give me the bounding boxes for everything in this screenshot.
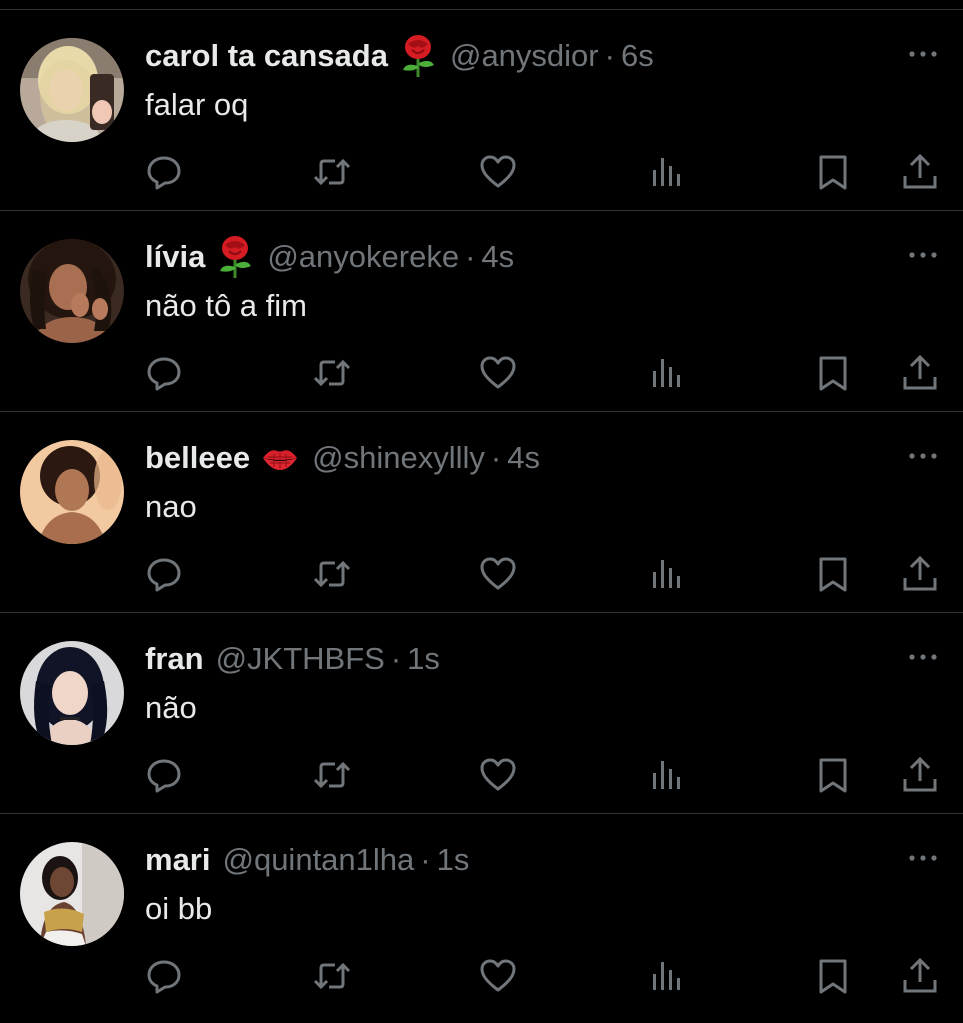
views-icon[interactable]: [646, 152, 686, 192]
tweet[interactable]: lívia @anyokereke · 4s não tô a fim: [0, 211, 963, 412]
tweet-header: carol ta cansada @anysdior · 6s: [145, 34, 654, 78]
more-options-icon[interactable]: [905, 442, 941, 470]
bookmark-icon[interactable]: [813, 755, 853, 795]
handle[interactable]: @JKTHBFS: [216, 637, 385, 681]
handle[interactable]: @anyokereke: [267, 235, 459, 279]
like-icon[interactable]: [478, 353, 518, 393]
tweet[interactable]: fran @JKTHBFS · 1s não: [0, 613, 963, 814]
like-icon[interactable]: [478, 956, 518, 996]
like-icon[interactable]: [478, 152, 518, 192]
tweet-header: mari @quintan1lha · 1s: [145, 838, 469, 882]
views-icon[interactable]: [646, 956, 686, 996]
share-icon[interactable]: [900, 554, 940, 594]
action-bar: [0, 140, 963, 200]
tweet-text: não tô a fim: [145, 288, 307, 323]
action-bar: [0, 341, 963, 401]
tweet-text: nao: [145, 489, 197, 524]
tweet-text: não: [145, 690, 197, 725]
action-bar: [0, 743, 963, 803]
timestamp[interactable]: 6s: [621, 34, 654, 78]
tweet[interactable]: mari @quintan1lha · 1s oi bb: [0, 814, 963, 1015]
separator-dot: ·: [390, 641, 402, 676]
timestamp[interactable]: 4s: [507, 436, 540, 480]
tweet-text: falar oq: [145, 87, 249, 122]
kiss-mark-emoji: [260, 436, 300, 480]
handle[interactable]: @shinexyllly: [312, 436, 485, 480]
action-bar: [0, 542, 963, 602]
avatar[interactable]: [20, 641, 124, 745]
bookmark-icon[interactable]: [813, 353, 853, 393]
tweet[interactable]: carol ta cansada @anysdior · 6s falar oq: [0, 10, 963, 211]
separator-dot: ·: [465, 239, 476, 274]
rose-emoji: [215, 235, 255, 279]
avatar[interactable]: [20, 842, 124, 946]
like-icon[interactable]: [478, 554, 518, 594]
bookmark-icon[interactable]: [813, 956, 853, 996]
separator-dot: ·: [604, 38, 615, 73]
action-bar: [0, 944, 963, 1004]
timestamp[interactable]: 1s: [407, 637, 440, 681]
display-name[interactable]: belleee: [145, 436, 250, 480]
retweet-icon[interactable]: [312, 152, 352, 192]
rose-emoji: [398, 34, 438, 78]
retweet-icon[interactable]: [312, 755, 352, 795]
reply-icon[interactable]: [144, 755, 184, 795]
avatar[interactable]: [20, 239, 124, 343]
retweet-icon[interactable]: [312, 554, 352, 594]
display-name[interactable]: lívia: [145, 235, 205, 279]
handle[interactable]: @anysdior: [450, 34, 599, 78]
reply-icon[interactable]: [144, 554, 184, 594]
views-icon[interactable]: [646, 554, 686, 594]
share-icon[interactable]: [900, 755, 940, 795]
bookmark-icon[interactable]: [813, 554, 853, 594]
views-icon[interactable]: [646, 353, 686, 393]
display-name[interactable]: fran: [145, 637, 204, 681]
more-options-icon[interactable]: [905, 844, 941, 872]
share-icon[interactable]: [900, 152, 940, 192]
more-options-icon[interactable]: [905, 643, 941, 671]
views-icon[interactable]: [646, 755, 686, 795]
handle[interactable]: @quintan1lha: [222, 838, 414, 882]
reply-icon[interactable]: [144, 152, 184, 192]
share-icon[interactable]: [900, 956, 940, 996]
timestamp[interactable]: 1s: [437, 838, 470, 882]
tweet-header: fran @JKTHBFS · 1s: [145, 637, 440, 681]
retweet-icon[interactable]: [312, 956, 352, 996]
tweet-header: belleee @shinexyllly · 4s: [145, 436, 540, 480]
like-icon[interactable]: [478, 755, 518, 795]
avatar[interactable]: [20, 38, 124, 142]
avatar[interactable]: [20, 440, 124, 544]
more-options-icon[interactable]: [905, 40, 941, 68]
tweet-text: oi bb: [145, 891, 213, 926]
tweet-header: lívia @anyokereke · 4s: [145, 235, 514, 279]
more-options-icon[interactable]: [905, 241, 941, 269]
share-icon[interactable]: [900, 353, 940, 393]
reply-icon[interactable]: [144, 353, 184, 393]
bookmark-icon[interactable]: [813, 152, 853, 192]
separator-dot: ·: [490, 440, 502, 475]
tweet[interactable]: belleee @shinexyllly · 4s nao: [0, 412, 963, 613]
retweet-icon[interactable]: [312, 353, 352, 393]
separator-dot: ·: [420, 842, 431, 877]
timestamp[interactable]: 4s: [481, 235, 514, 279]
display-name[interactable]: mari: [145, 838, 210, 882]
display-name[interactable]: carol ta cansada: [145, 34, 388, 78]
reply-icon[interactable]: [144, 956, 184, 996]
